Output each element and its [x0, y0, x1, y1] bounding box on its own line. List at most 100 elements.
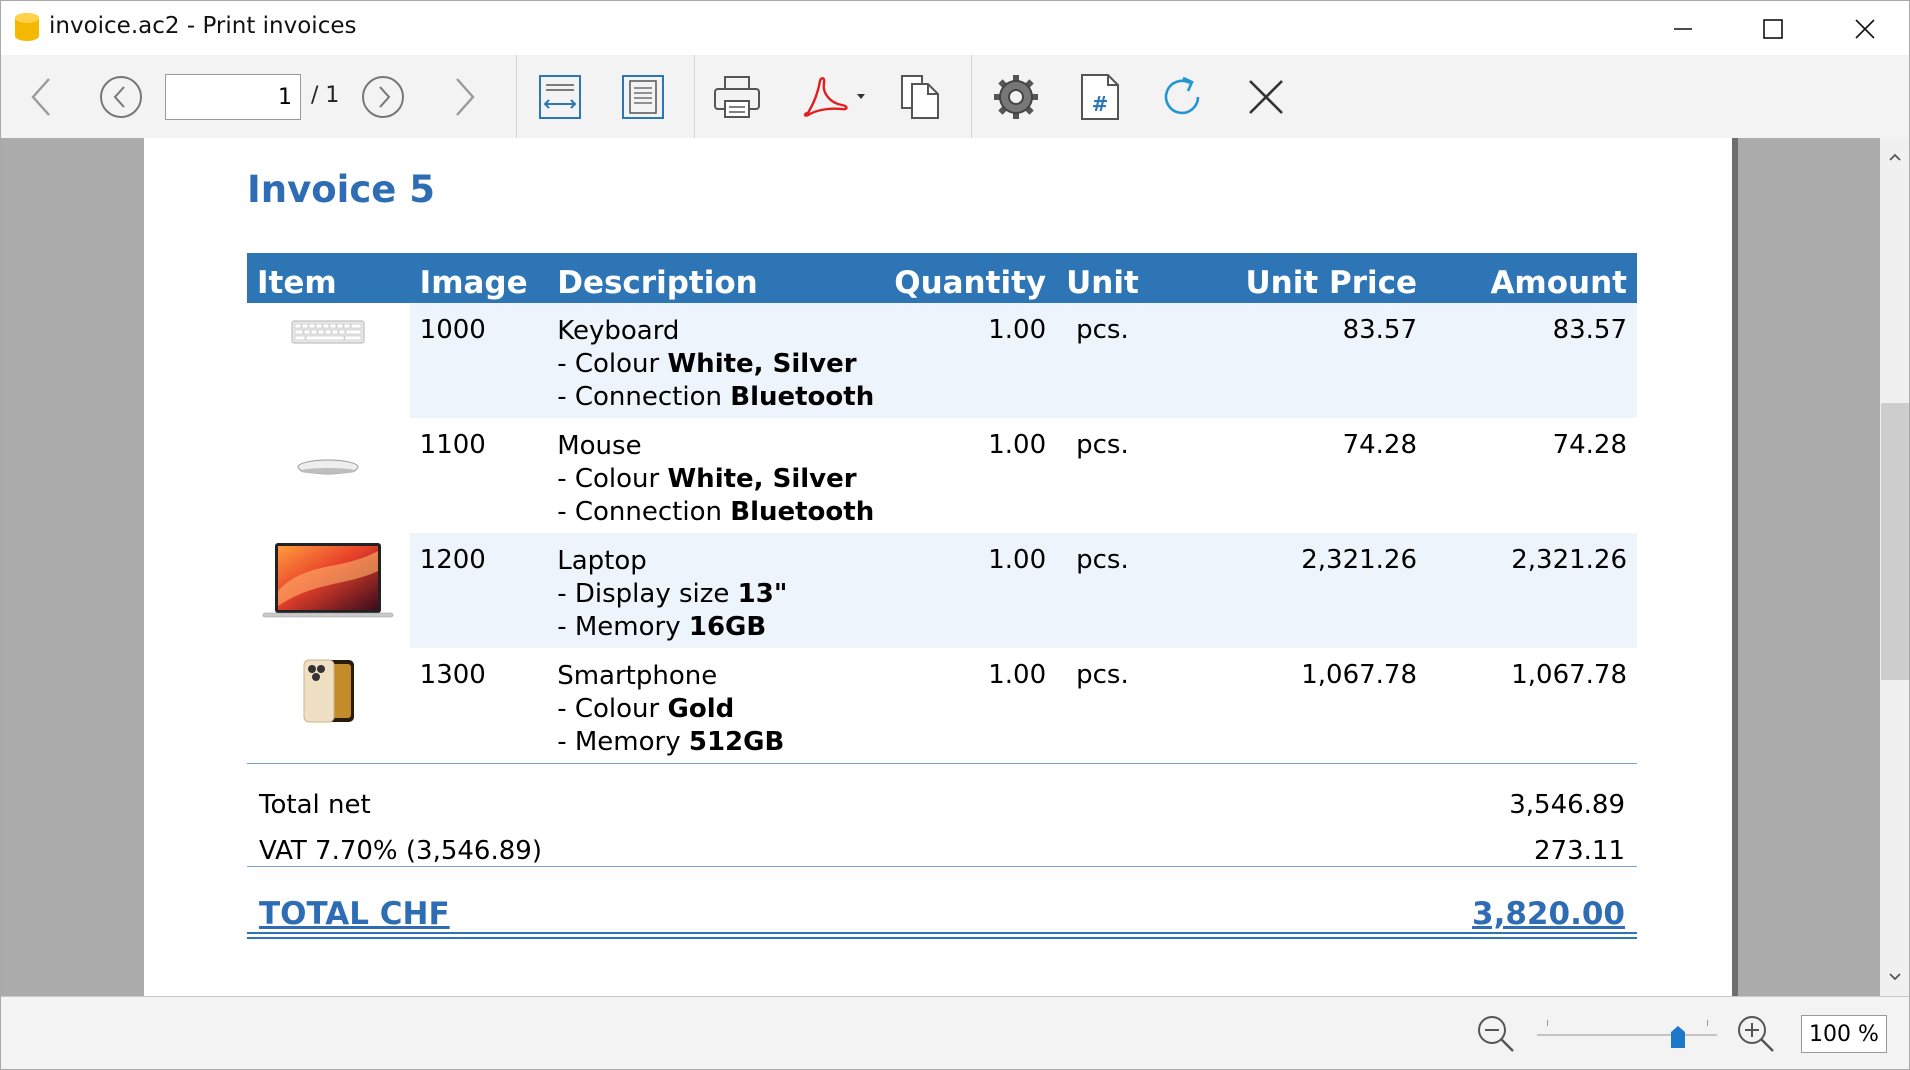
copy-button[interactable]	[893, 69, 949, 125]
item-quantity: 1.00	[884, 303, 1057, 418]
previous-page-button[interactable]	[93, 69, 149, 125]
zoom-tick	[1547, 1020, 1548, 1026]
item-image-cell	[247, 648, 410, 764]
scroll-down-button[interactable]	[1880, 962, 1910, 992]
settings-button[interactable]	[988, 69, 1044, 125]
attribute-label: - Colour	[557, 694, 660, 724]
maximize-icon	[1763, 18, 1783, 39]
attribute-label: - Connection	[557, 382, 722, 412]
close-x-icon	[1249, 80, 1283, 114]
item-amount: 2,321.26	[1427, 533, 1637, 648]
page-number-settings-button[interactable]: #	[1072, 69, 1128, 125]
item-description: Mouse - Colour White, Silver - Connectio…	[547, 418, 884, 533]
item-amount: 74.28	[1552, 430, 1627, 460]
window-title: invoice.ac2 - Print invoices	[49, 13, 357, 39]
column-header-unit-price: Unit Price	[1189, 253, 1428, 303]
column-header-description: Description	[547, 253, 885, 303]
keyboard-image	[291, 320, 365, 344]
item-number: 1000	[409, 303, 548, 418]
toolbar-separator	[516, 55, 517, 138]
item-attribute: - Colour White, Silver	[557, 463, 874, 496]
fit-width-button[interactable]	[532, 69, 588, 125]
attribute-value: White, Silver	[667, 349, 857, 379]
attribute-value: 512GB	[688, 727, 785, 757]
fit-width-icon	[539, 75, 581, 119]
forward-arrow-icon	[456, 78, 475, 116]
item-unit: pcs.	[1056, 533, 1190, 648]
total-net-label: Total net	[259, 790, 371, 820]
attribute-label: - Colour	[557, 349, 660, 379]
scroll-up-button[interactable]	[1880, 142, 1910, 172]
invoice-items-table: Item Image Description Quantity Unit Uni…	[247, 253, 1637, 764]
pdf-export-button[interactable]	[795, 69, 871, 125]
print-button[interactable]	[709, 69, 765, 125]
zoom-level-field[interactable]: 100 %	[1801, 1015, 1887, 1053]
zoom-slider-thumb[interactable]	[1670, 1026, 1685, 1048]
table-row: 1300 Smartphone - Colour Gold - Memory 5…	[247, 648, 1637, 764]
item-name: Smartphone	[557, 661, 718, 691]
settings-gear-icon	[994, 75, 1038, 119]
close-preview-button[interactable]	[1238, 69, 1294, 125]
vat-label: VAT 7.70% (3,546.89)	[259, 836, 542, 866]
zoom-in-icon[interactable]	[1735, 1013, 1777, 1055]
item-number: 1100	[419, 430, 486, 460]
zoom-slider-track[interactable]	[1537, 1034, 1717, 1036]
item-unit: pcs.	[1056, 303, 1190, 418]
vat-value: 273.11	[1534, 836, 1625, 866]
refresh-button[interactable]	[1154, 69, 1210, 125]
item-name: Mouse	[557, 431, 642, 461]
attribute-value: White, Silver	[667, 464, 857, 494]
item-name: Keyboard	[557, 316, 680, 346]
grand-total-label: TOTAL CHF	[259, 896, 450, 932]
zoom-out-icon[interactable]	[1475, 1013, 1517, 1055]
item-quantity: 1.00	[884, 533, 1057, 648]
mouse-image	[297, 459, 359, 475]
smartphone-image	[303, 659, 355, 723]
forward-button[interactable]	[437, 69, 493, 125]
item-image-cell	[247, 303, 410, 418]
divider	[247, 937, 1637, 939]
invoice-title: Invoice 5	[247, 168, 435, 211]
item-unit-price: 1,067.78	[1189, 648, 1428, 764]
attribute-label: - Memory	[557, 727, 681, 757]
item-unit: pcs.	[1076, 430, 1129, 460]
refresh-icon	[1164, 76, 1200, 115]
attribute-value: 16GB	[688, 612, 767, 642]
document-viewport[interactable]: Invoice 5 Item Image Description Quantit…	[0, 138, 1880, 996]
chevron-up-icon	[1889, 153, 1901, 161]
column-header-unit: Unit	[1056, 253, 1190, 303]
item-unit: pcs.	[1056, 648, 1190, 764]
scroll-thumb[interactable]	[1881, 403, 1909, 680]
page-number-input[interactable]	[165, 74, 301, 120]
item-description: Laptop - Display size 13" - Memory 16GB	[547, 533, 885, 648]
item-attribute: - Colour White, Silver	[557, 348, 874, 381]
item-description: Smartphone - Colour Gold - Memory 512GB	[547, 648, 885, 764]
chevron-down-icon	[1889, 973, 1901, 981]
minimize-button[interactable]	[1637, 1, 1729, 56]
svg-text:#: #	[1092, 92, 1109, 116]
pdf-icon	[803, 77, 865, 117]
item-attribute: - Display size 13"	[557, 578, 874, 611]
vertical-scrollbar[interactable]	[1880, 138, 1910, 996]
next-page-button[interactable]	[355, 69, 411, 125]
item-quantity: 1.00	[884, 648, 1057, 764]
item-amount: 1,067.78	[1427, 648, 1637, 764]
grand-total-value: 3,820.00	[1472, 896, 1625, 932]
item-image-cell	[247, 533, 410, 648]
item-unit-price: 74.28	[1342, 430, 1418, 460]
close-window-button[interactable]	[1819, 1, 1910, 56]
maximize-button[interactable]	[1727, 1, 1819, 56]
back-button[interactable]	[13, 69, 69, 125]
item-attribute: - Connection Bluetooth	[557, 381, 874, 414]
item-attribute: - Memory 16GB	[557, 611, 874, 644]
fit-page-button[interactable]	[615, 69, 671, 125]
previous-page-icon	[100, 76, 142, 118]
laptop-image	[263, 543, 394, 618]
next-page-icon	[362, 76, 404, 118]
item-attribute: - Memory 512GB	[557, 726, 874, 759]
column-header-item: Item	[247, 253, 410, 303]
attribute-label: - Connection	[557, 497, 722, 527]
item-quantity: 1.00	[988, 430, 1047, 460]
minimize-icon	[1674, 27, 1692, 30]
attribute-label: - Colour	[557, 464, 660, 494]
